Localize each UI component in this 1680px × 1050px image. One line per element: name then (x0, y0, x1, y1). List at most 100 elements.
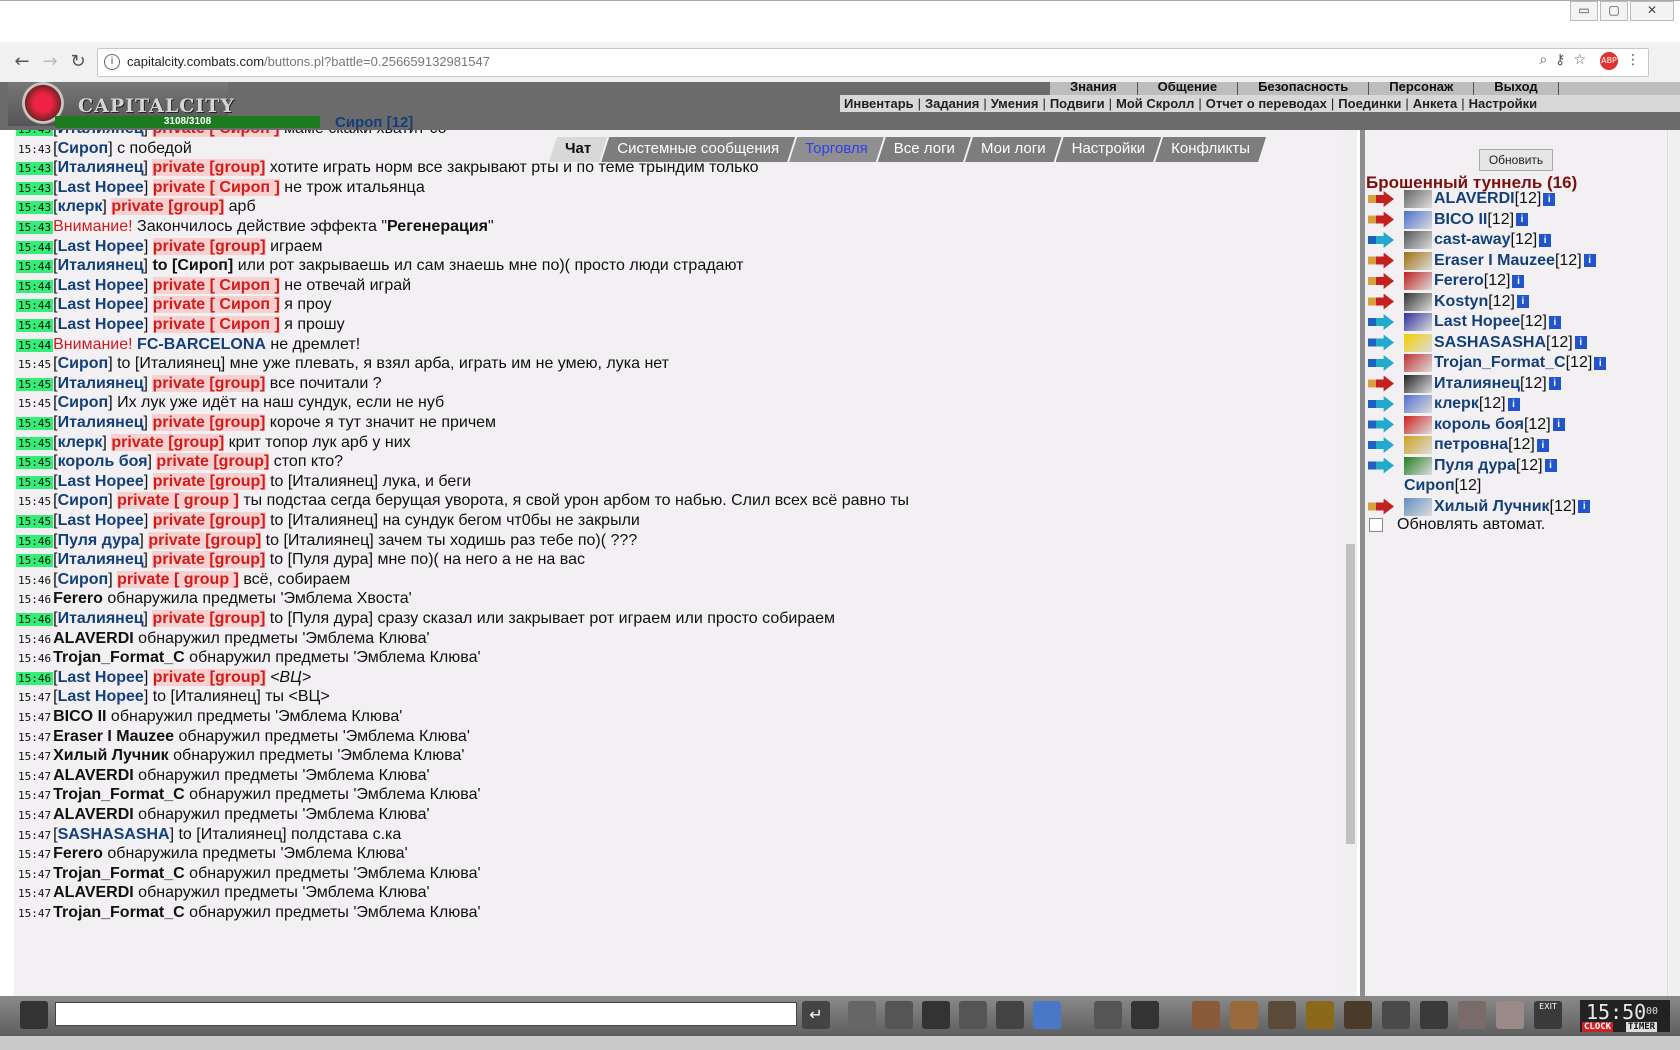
message-nick[interactable]: Last Ноpee (58, 512, 144, 529)
message-nick[interactable]: FC-BARCELONA (137, 336, 266, 353)
chat-input[interactable] (55, 1002, 797, 1026)
chat-scroll-thumb[interactable] (1346, 544, 1355, 844)
back-button[interactable]: ← (10, 50, 34, 74)
info-icon[interactable]: i (104, 54, 120, 70)
message-nick[interactable]: Сироп (58, 571, 109, 588)
clan-emblem-icon[interactable] (1404, 231, 1432, 249)
send-button[interactable]: ↵ (802, 1001, 830, 1029)
player-info-icon[interactable]: i (1543, 192, 1556, 206)
save-icon[interactable] (922, 1001, 950, 1029)
private-label[interactable]: private [group] (152, 414, 266, 431)
message-nick[interactable]: ALAVERDI (53, 767, 134, 784)
player-name[interactable]: Сироп (1404, 475, 1455, 497)
player-name[interactable]: Trojan_Format_C (1434, 352, 1566, 374)
tab-trade[interactable]: Торговля (789, 137, 884, 162)
private-label[interactable]: private [group] (152, 668, 266, 686)
url-text[interactable]: capitalcity.combats.com/buttons.pl?battl… (127, 54, 490, 69)
message-nick[interactable]: Trojan_Format_C (53, 786, 185, 803)
menu-settings[interactable]: Настройки (1465, 95, 1542, 112)
private-label[interactable]: private [ Сироп ] (152, 178, 280, 196)
slot-5-icon[interactable] (1344, 1001, 1372, 1029)
player-name[interactable]: SASHASASHA (1434, 332, 1546, 354)
clan-emblem-icon[interactable] (1404, 292, 1432, 311)
message-nick[interactable]: Last Ноpee (58, 179, 144, 196)
menu-character[interactable]: Персонаж (1369, 82, 1475, 95)
address-bar[interactable]: i capitalcity.combats.com/buttons.pl?bat… (97, 48, 1649, 77)
message-nick[interactable]: SASHASASHA (58, 826, 170, 843)
message-nick[interactable]: Last Ноpee (58, 316, 144, 333)
clan-emblem-icon[interactable] (1404, 497, 1432, 516)
auto-refresh-checkbox[interactable] (1369, 518, 1383, 532)
player-info-icon[interactable]: i (1574, 336, 1587, 349)
clan-emblem-icon[interactable] (1404, 333, 1432, 352)
menu-exit[interactable]: Выход (1474, 82, 1559, 95)
menu-transfer-report[interactable]: Отчет о переводах (1202, 95, 1331, 112)
player-name[interactable]: клерк (1434, 393, 1479, 415)
browser-menu-icon[interactable]: ⋮ (1626, 52, 1640, 70)
menu-security[interactable]: Безопасность (1238, 82, 1370, 95)
slot-7-icon[interactable] (1420, 1001, 1448, 1029)
tab-conflicts[interactable]: Конфликты (1155, 137, 1266, 162)
tab-all-logs[interactable]: Все логи (878, 137, 971, 162)
private-label[interactable]: private [group] (152, 610, 266, 627)
private-label[interactable]: private [group] (152, 512, 266, 529)
refresh-button[interactable]: Обновить (1479, 149, 1553, 171)
clan-emblem-icon[interactable] (1404, 415, 1432, 434)
slot-4-icon[interactable] (1306, 1001, 1334, 1029)
private-label[interactable]: private [group] (148, 531, 262, 549)
message-nick[interactable]: Италиянец (58, 551, 144, 568)
player-name[interactable]: Last Ноpee (1434, 311, 1520, 333)
people-icon[interactable] (959, 1001, 987, 1029)
to-label[interactable]: to [Сироп] (152, 257, 233, 274)
message-nick[interactable]: Италиянец (58, 610, 144, 627)
player-info-icon[interactable]: i (1548, 377, 1561, 390)
adblock-extension-icon[interactable]: ABP (1600, 52, 1618, 70)
player-info-icon[interactable]: i (1578, 500, 1591, 513)
message-nick[interactable]: ALAVERDI (53, 630, 134, 647)
message-nick[interactable]: Last Ноpee (58, 296, 144, 313)
private-label[interactable]: private [group] (152, 374, 266, 392)
slot-2-icon[interactable] (1230, 1001, 1258, 1029)
slot-8-icon[interactable] (1458, 1001, 1486, 1029)
clock-label[interactable]: CLOCK (1582, 1022, 1614, 1032)
menu-achievements[interactable]: Подвиги (1046, 95, 1109, 112)
translit-icon[interactable] (996, 1001, 1024, 1029)
message-nick[interactable]: Last Ноpee (58, 669, 144, 686)
clan-emblem-icon[interactable] (1404, 272, 1432, 290)
slot-3-icon[interactable] (1268, 1001, 1296, 1029)
player-name[interactable]: BICO II (1434, 209, 1487, 231)
clan-emblem-icon[interactable] (1404, 374, 1432, 393)
private-label[interactable]: private [ Сироп ] (152, 296, 280, 314)
menu-communication[interactable]: Общение (1138, 82, 1239, 95)
private-label[interactable]: private [ Сироп ] (152, 316, 280, 333)
message-nick[interactable]: Италиянец (58, 130, 144, 137)
menu-battles[interactable]: Поединки (1334, 95, 1405, 112)
player-info-icon[interactable]: i (1594, 356, 1607, 370)
menu-knowledge[interactable]: Знания (1050, 82, 1138, 95)
player-info-icon[interactable]: i (1516, 213, 1529, 226)
player-info-icon[interactable]: i (1539, 233, 1552, 247)
zoom-icon[interactable]: ⌕ (1539, 52, 1547, 70)
player-name[interactable]: Kostyn (1434, 291, 1488, 313)
message-nick[interactable]: BICO II (53, 708, 106, 725)
forward-button[interactable]: → (38, 50, 62, 74)
maximize-button[interactable]: ▢ (1600, 1, 1628, 21)
message-nick[interactable]: Пуля дура (58, 532, 140, 549)
armor-icon[interactable] (1131, 1001, 1159, 1029)
menu-my-scroll[interactable]: Мой Скролл (1112, 95, 1198, 112)
timer-label[interactable]: TIMER (1626, 1022, 1658, 1032)
chat-log[interactable]: 15:43[Италиянец] private [ Сироп ] маме … (14, 130, 1344, 996)
message-nick[interactable]: Eraser I Mauzee (53, 728, 174, 745)
tab-settings[interactable]: Настройки (1056, 137, 1162, 162)
reload-button[interactable]: ↻ (66, 50, 90, 74)
panel-scrollbar[interactable] (1667, 130, 1680, 996)
private-label[interactable]: private [ Сироп ] (152, 130, 280, 137)
private-label[interactable]: private [ group ] (117, 570, 239, 588)
eraser-icon[interactable] (848, 1001, 876, 1029)
clan-emblem-icon[interactable] (1404, 210, 1432, 229)
message-nick[interactable]: Trojan_Format_C (53, 904, 185, 921)
bookmark-star-icon[interactable]: ☆ (1573, 52, 1586, 70)
tab-chat[interactable]: Чат (549, 137, 607, 162)
private-label[interactable]: private [group] (152, 551, 266, 569)
menu-inventory[interactable]: Инвентарь (840, 95, 918, 112)
